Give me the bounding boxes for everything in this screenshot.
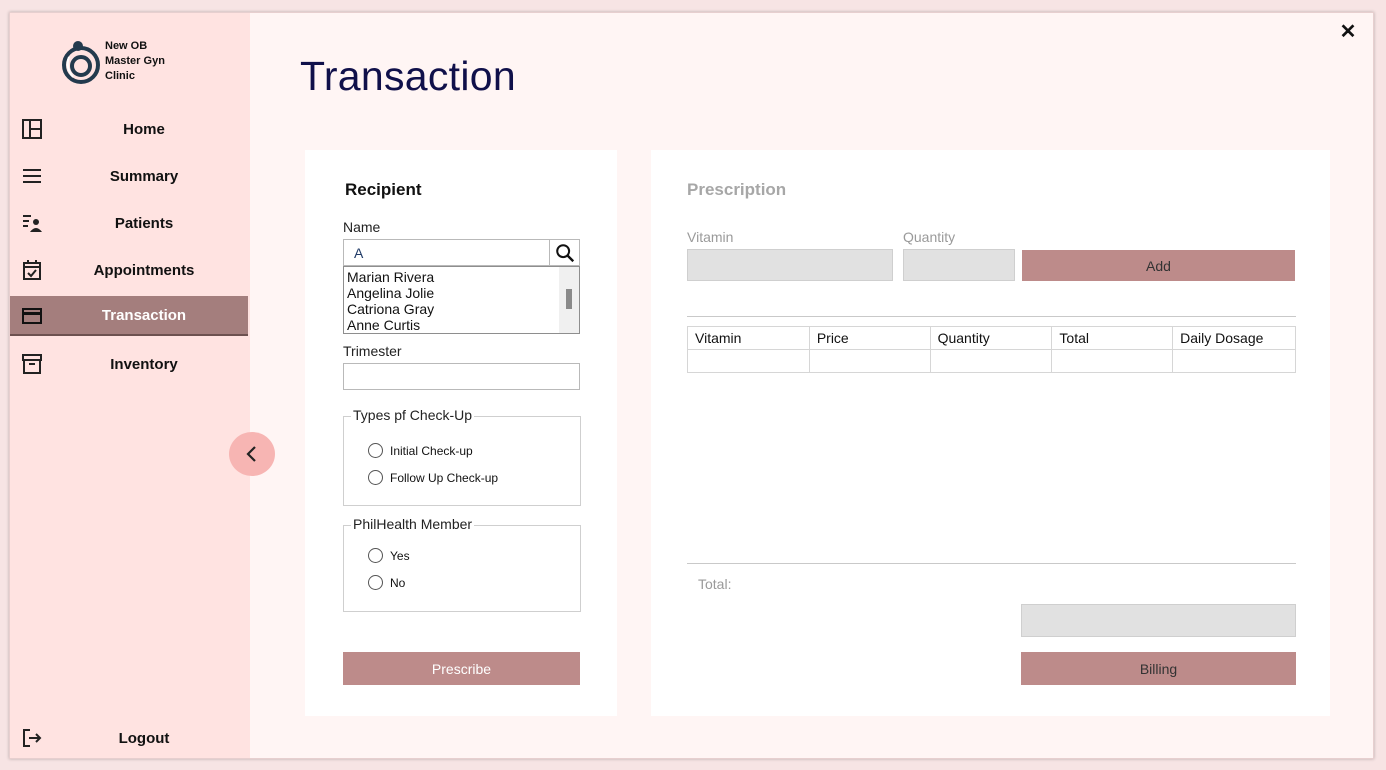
column-header[interactable]: Vitamin xyxy=(687,326,810,350)
sidebar-item-label: Home xyxy=(123,120,165,138)
column-header[interactable]: Price xyxy=(808,326,931,350)
prescribe-button[interactable]: Prescribe xyxy=(343,652,580,685)
collapse-sidebar-button[interactable] xyxy=(229,432,275,476)
checkup-type-group: Types pf Check-Up Initial Check-up Follo… xyxy=(343,407,581,506)
radio-label: Yes xyxy=(390,548,410,563)
philhealth-group-title: PhilHealth Member xyxy=(351,516,475,532)
column-header[interactable]: Total xyxy=(1051,326,1174,350)
sidebar-item-home[interactable]: Home xyxy=(10,109,248,149)
vitamin-field[interactable] xyxy=(687,249,893,281)
list-scrollbar[interactable] xyxy=(559,267,579,333)
philhealth-no-radio[interactable]: No xyxy=(368,575,405,590)
brand-name: New OB Master Gyn Clinic xyxy=(105,39,195,84)
trimester-input[interactable] xyxy=(343,363,580,390)
chevron-left-icon xyxy=(246,446,256,462)
quantity-field[interactable] xyxy=(903,249,1015,281)
total-field xyxy=(1021,604,1296,637)
brand: New OB Master Gyn Clinic xyxy=(61,37,201,87)
prescription-heading: Prescription xyxy=(687,180,787,199)
philhealth-yes-radio[interactable]: Yes xyxy=(368,548,410,563)
name-label: Name xyxy=(343,219,381,235)
vitamin-label: Vitamin xyxy=(687,229,734,245)
app-window: ✕ New OB Master Gyn Clinic Home Summary … xyxy=(9,12,1374,759)
table-cell[interactable] xyxy=(808,349,931,373)
list-item[interactable]: Catriona Gray xyxy=(344,301,579,317)
sidebar-item-summary[interactable]: Summary xyxy=(10,156,248,196)
billing-button[interactable]: Billing xyxy=(1021,652,1296,685)
sidebar-item-label: Summary xyxy=(109,167,179,185)
sidebar-item-transaction[interactable]: Transaction xyxy=(10,296,248,336)
logout-button[interactable]: Logout xyxy=(10,718,248,758)
radio-label: Follow Up Check-up xyxy=(390,470,499,485)
list-item[interactable]: Angelina Jolie xyxy=(344,285,579,301)
recipient-heading: Recipient xyxy=(345,180,422,199)
radio-label: Initial Check-up xyxy=(390,443,473,458)
checkup-group-title: Types pf Check-Up xyxy=(351,407,475,423)
column-header[interactable]: Quantity xyxy=(929,326,1053,350)
table-cell[interactable] xyxy=(1172,349,1296,373)
follow-up-checkup-radio[interactable]: Follow Up Check-up xyxy=(368,470,498,485)
sidebar: New OB Master Gyn Clinic Home Summary Pa… xyxy=(10,13,250,758)
table-cell[interactable] xyxy=(687,349,810,373)
quantity-label: Quantity xyxy=(903,229,956,245)
sidebar-item-label: Transaction xyxy=(101,306,187,324)
list-item[interactable]: Anne Curtis xyxy=(344,317,579,333)
logout-label: Logout xyxy=(118,729,170,747)
initial-checkup-radio[interactable]: Initial Check-up xyxy=(368,443,473,458)
list-item[interactable]: Marian Rivera xyxy=(344,269,579,285)
prescription-table: Vitamin Price Quantity Total Daily Dosag… xyxy=(687,326,1296,373)
prescription-panel: Prescription Vitamin Quantity Add Vitami… xyxy=(651,150,1330,716)
column-header[interactable]: Daily Dosage xyxy=(1172,326,1296,350)
recipient-panel: Recipient Name Marian Rivera Angelina Jo… xyxy=(305,150,617,716)
radio-circle[interactable] xyxy=(368,470,383,485)
table-cell[interactable] xyxy=(1051,349,1174,373)
close-icon[interactable]: ✕ xyxy=(1338,21,1358,43)
divider xyxy=(687,563,1296,564)
search-button[interactable] xyxy=(549,239,580,266)
radio-circle[interactable] xyxy=(368,575,383,590)
name-suggestion-list[interactable]: Marian Rivera Angelina Jolie Catriona Gr… xyxy=(343,266,580,334)
radio-circle[interactable] xyxy=(368,548,383,563)
philhealth-group: PhilHealth Member Yes No xyxy=(343,516,581,612)
brand-line: Master Gyn xyxy=(105,55,165,67)
total-label: Total: xyxy=(698,576,732,592)
page-title: Transaction xyxy=(300,53,516,99)
table-row[interactable] xyxy=(687,349,1296,373)
radio-label: No xyxy=(390,575,406,590)
clinic-logo-icon xyxy=(62,41,100,84)
name-search-input[interactable] xyxy=(343,239,550,266)
table-header-row: Vitamin Price Quantity Total Daily Dosag… xyxy=(687,326,1296,350)
sidebar-item-patients[interactable]: Patients xyxy=(10,203,248,243)
brand-line: Clinic xyxy=(105,70,135,82)
add-button[interactable]: Add xyxy=(1022,250,1295,281)
divider xyxy=(687,316,1296,317)
scroll-thumb[interactable] xyxy=(566,289,572,309)
brand-line: New OB xyxy=(105,40,148,52)
sidebar-item-label: Inventory xyxy=(110,355,178,373)
radio-circle[interactable] xyxy=(368,443,383,458)
table-cell[interactable] xyxy=(929,349,1053,373)
sidebar-item-label: Appointments xyxy=(93,261,195,279)
sidebar-item-appointments[interactable]: Appointments xyxy=(10,250,248,290)
sidebar-item-label: Patients xyxy=(114,214,174,232)
sidebar-item-inventory[interactable]: Inventory xyxy=(10,344,248,384)
search-icon xyxy=(556,244,575,263)
trimester-label: Trimester xyxy=(343,343,402,359)
